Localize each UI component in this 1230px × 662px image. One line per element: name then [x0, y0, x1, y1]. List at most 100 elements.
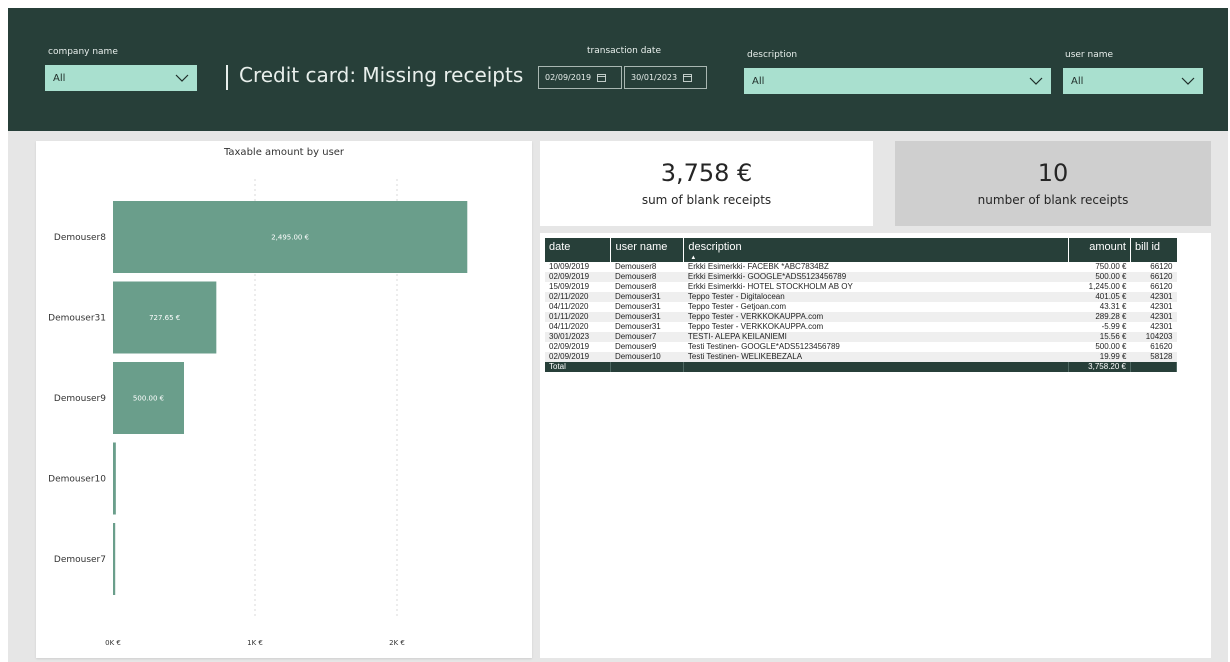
cell-date: 01/11/2020 [545, 312, 611, 322]
date-from-input[interactable]: 02/09/2019 [538, 66, 622, 89]
title-separator [226, 65, 228, 90]
bar [113, 442, 116, 515]
cell-description: Erkki Esimerkki- GOOGLE*ADS5123456789 [683, 272, 1069, 282]
cell-bill-id: 66120 [1150, 262, 1173, 271]
cell-user-name: Demouser31 [614, 302, 661, 311]
table-row[interactable]: 02/09/2019 Demouser8 Erkki Esimerkki- GOOG… [545, 272, 1177, 282]
table-row[interactable]: 04/11/2020 Demouser31 Teppo Tester - Getjo… [545, 302, 1177, 312]
total-empty [610, 362, 685, 372]
table-row[interactable]: 30/01/2023 Demouser7 TESTI- ALEPA KEILANIE… [545, 332, 1177, 342]
y-category-label: Demouser10 [48, 475, 106, 485]
bar-data-label: 2,495.00 € [271, 234, 309, 242]
y-category-label: Demouser9 [54, 394, 106, 404]
cell-amount: 500.00 € [1068, 272, 1131, 282]
user-filter-title: user name [1065, 50, 1114, 60]
chevron-down-icon [1181, 77, 1195, 85]
column-header-bill-id[interactable]: bill id [1130, 238, 1177, 262]
taxable-amount-chart-panel: Taxable amount by user 0K €1K €2K € Demou… [36, 141, 532, 658]
cell-description: Teppo Tester - Digitalocean [683, 292, 1069, 302]
cell-description: Teppo Tester - VERKKOKAUPPA.com [687, 322, 824, 331]
cell-user-name: Demouser9 [614, 342, 657, 351]
total-empty [1130, 362, 1178, 372]
count-kpi-card: 10 number of blank receipts [895, 141, 1211, 226]
cell-description: Testi Testinen- GOOGLE*ADS5123456789 [687, 342, 840, 351]
company-filter-value: All [53, 72, 66, 84]
cell-description: Teppo Tester - Getjoan.com [687, 302, 787, 311]
column-header-date[interactable]: date [545, 238, 612, 262]
calendar-icon [597, 74, 607, 82]
column-header-user-name[interactable]: user name [610, 238, 685, 262]
cell-user-name: Demouser8 [614, 262, 657, 271]
cell-user-name: Demouser8 [614, 282, 657, 291]
cell-bill-id: 66120 [1130, 272, 1177, 282]
table-row[interactable]: 01/11/2020 Demouser31 Teppo Tester - VERKK… [545, 312, 1177, 322]
cell-date: 02/11/2020 [545, 292, 611, 302]
cell-date: 04/11/2020 [549, 322, 589, 331]
x-tick-label: 2K € [389, 639, 405, 647]
y-category-label: Demouser7 [54, 555, 106, 565]
count-kpi-label: number of blank receipts [977, 193, 1129, 207]
table-header-row: date user name description ▲ amount bill … [545, 238, 1177, 262]
calendar-icon [683, 74, 693, 82]
date-to-input[interactable]: 30/01/2023 [624, 66, 707, 89]
column-header-description[interactable]: description ▲ [683, 238, 1070, 262]
x-tick-label: 1K € [247, 639, 263, 647]
cell-user-name: Demouser7 [610, 332, 684, 342]
user-filter-dropdown[interactable]: All [1063, 68, 1203, 94]
cell-user-name: Demouser31 [610, 292, 684, 302]
count-kpi-value: 10 [1037, 159, 1069, 187]
column-header-amount[interactable]: amount [1068, 238, 1131, 262]
cell-user-name: Demouser31 [610, 312, 684, 322]
company-filter-dropdown[interactable]: All [45, 65, 197, 91]
sum-kpi-label: sum of blank receipts [641, 193, 772, 207]
description-filter-dropdown[interactable]: All [744, 68, 1051, 94]
cell-amount: 401.05 € [1068, 292, 1131, 302]
cell-amount: 500.00 € [1095, 342, 1127, 351]
chevron-down-icon [1029, 77, 1043, 85]
total-label: Total [545, 362, 612, 372]
cell-bill-id: 104203 [1130, 332, 1177, 342]
page-title: Credit card: Missing receipts [239, 63, 524, 87]
date-from-value: 02/09/2019 [545, 73, 592, 82]
total-empty [683, 362, 1070, 372]
cell-date: 15/09/2019 [549, 282, 590, 291]
date-filter-title: transaction date [587, 46, 661, 56]
company-filter-title: company name [48, 47, 118, 57]
chevron-down-icon [175, 74, 189, 82]
cell-date: 30/01/2023 [545, 332, 611, 342]
cell-amount: 15.56 € [1068, 332, 1131, 342]
table-row[interactable]: 02/11/2020 Demouser31 Teppo Tester - Digit… [545, 292, 1177, 302]
cell-date: 04/11/2020 [549, 302, 589, 311]
report-canvas: company name All Credit card: Missing re… [8, 8, 1228, 662]
column-header-label: date [549, 241, 571, 253]
table-row[interactable]: 15/09/2019 Demouser8 Erkki Esimerkki- HOTE… [545, 282, 1177, 292]
y-category-label: Demouser31 [48, 314, 106, 324]
table-row[interactable]: 02/09/2019 Demouser10 Testi Testinen- WELI… [545, 352, 1177, 362]
x-tick-label: 0K € [105, 639, 121, 647]
date-to-value: 30/01/2023 [631, 73, 678, 82]
header-bar: company name All Credit card: Missing re… [8, 8, 1228, 131]
transactions-table-panel: date user name description ▲ amount bill … [540, 233, 1211, 658]
cell-date: 10/09/2019 [549, 262, 590, 271]
cell-description: Testi Testinen- WELIKEBEZALA [683, 352, 1069, 362]
cell-bill-id: 58128 [1130, 352, 1177, 362]
cell-description: Erkki Esimerkki- HOTEL STOCKHOLM AB OY [687, 282, 853, 291]
total-amount: 3,758.20 € [1068, 362, 1131, 372]
table-row[interactable]: 04/11/2020 Demouser31 Teppo Tester - VERKK… [545, 322, 1177, 332]
cell-user-name: Demouser10 [610, 352, 684, 362]
cell-user-name: Demouser31 [614, 322, 661, 331]
table-row[interactable]: 10/09/2019 Demouser8 Erkki Esimerkki- FACE… [545, 262, 1177, 272]
cell-bill-id: 42301 [1130, 292, 1177, 302]
cell-bill-id: 42301 [1150, 302, 1173, 311]
cell-amount: 19.99 € [1068, 352, 1131, 362]
cell-date: 02/09/2019 [549, 342, 590, 351]
transactions-table: date user name description ▲ amount bill … [545, 238, 1178, 372]
y-category-label: Demouser8 [54, 233, 106, 243]
cell-date: 02/09/2019 [545, 352, 611, 362]
column-header-label: description [688, 241, 742, 253]
sum-kpi-value: 3,758 € [660, 159, 753, 187]
cell-user-name: Demouser8 [610, 272, 684, 282]
cell-bill-id: 66120 [1150, 282, 1173, 291]
table-row[interactable]: 02/09/2019 Demouser9 Testi Testinen- GOOGL… [545, 342, 1177, 352]
table-total-row: Total 3,758.20 € [545, 362, 1178, 372]
